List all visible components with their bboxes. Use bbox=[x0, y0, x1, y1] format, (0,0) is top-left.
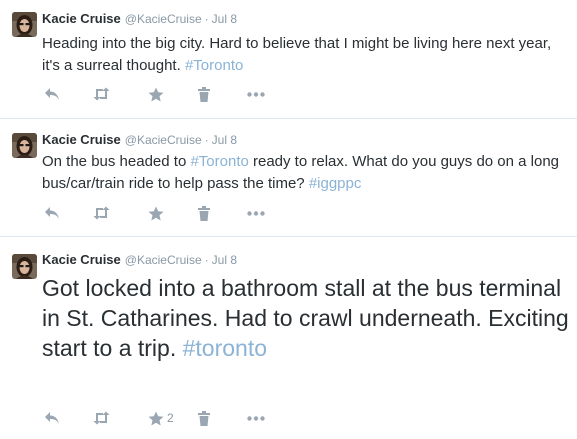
tweet-text: Got locked into a bathroom stall at the … bbox=[42, 273, 572, 363]
tweet-header: Kacie Cruise @KacieCruise · Jul 8 bbox=[42, 251, 237, 269]
retweet-button[interactable] bbox=[92, 408, 111, 428]
fullname[interactable]: Kacie Cruise bbox=[42, 132, 121, 147]
separator: · bbox=[204, 253, 209, 267]
reply-button[interactable] bbox=[44, 84, 60, 104]
retweet-icon bbox=[93, 206, 110, 220]
reply-icon bbox=[45, 88, 59, 100]
hashtag-link[interactable]: #iggppc bbox=[309, 175, 362, 192]
avatar[interactable] bbox=[12, 133, 37, 158]
tweet-body: Got locked into a bathroom stall at the … bbox=[42, 275, 569, 361]
more-dots-icon bbox=[247, 91, 265, 97]
trash-icon bbox=[198, 86, 210, 102]
retweet-button[interactable] bbox=[92, 84, 111, 104]
avatar-image bbox=[12, 254, 37, 279]
more-dots-icon bbox=[247, 210, 265, 216]
avatar[interactable] bbox=[12, 12, 37, 37]
tweet-body: Heading into the big city. Hard to belie… bbox=[42, 35, 552, 74]
star-icon bbox=[148, 411, 164, 425]
more-button[interactable] bbox=[247, 408, 265, 428]
tweet[interactable]: Kacie Cruise @KacieCruise · Jul 8 On the bu… bbox=[0, 119, 577, 237]
more-dots-icon bbox=[247, 415, 265, 421]
tweet-header: Kacie Cruise @KacieCruise · Jul 8 bbox=[42, 10, 237, 28]
tweet-text: Heading into the big city. Hard to belie… bbox=[42, 33, 562, 77]
fullname[interactable]: Kacie Cruise bbox=[42, 11, 121, 26]
tweet[interactable]: Kacie Cruise @KacieCruise · Jul 8 Got locke… bbox=[0, 237, 577, 439]
username[interactable]: @KacieCruise bbox=[125, 12, 202, 26]
delete-button[interactable] bbox=[198, 203, 210, 223]
avatar-image bbox=[12, 133, 37, 158]
hashtag-link[interactable]: #Toronto bbox=[190, 153, 248, 170]
more-button[interactable] bbox=[247, 84, 265, 104]
timestamp[interactable]: Jul 8 bbox=[212, 253, 237, 267]
star-icon bbox=[148, 87, 164, 101]
trash-icon bbox=[198, 410, 210, 426]
favorite-button[interactable] bbox=[148, 203, 167, 223]
retweet-button[interactable] bbox=[92, 203, 111, 223]
reply-icon bbox=[45, 207, 59, 219]
username[interactable]: @KacieCruise bbox=[125, 253, 202, 267]
avatar-image bbox=[12, 12, 37, 37]
tweet[interactable]: Kacie Cruise @KacieCruise · Jul 8 Heading i… bbox=[0, 0, 577, 119]
reply-button[interactable] bbox=[44, 408, 60, 428]
delete-button[interactable] bbox=[198, 84, 210, 104]
trash-icon bbox=[198, 205, 210, 221]
timestamp[interactable]: Jul 8 bbox=[212, 133, 237, 147]
tweet-header: Kacie Cruise @KacieCruise · Jul 8 bbox=[42, 131, 237, 149]
avatar[interactable] bbox=[12, 254, 37, 279]
reply-button[interactable] bbox=[44, 203, 60, 223]
fullname[interactable]: Kacie Cruise bbox=[42, 252, 121, 267]
more-button[interactable] bbox=[247, 203, 265, 223]
separator: · bbox=[204, 12, 209, 26]
timeline: Kacie Cruise @KacieCruise · Jul 8 Heading i… bbox=[0, 0, 577, 439]
favorite-count: 2 bbox=[167, 411, 174, 425]
reply-icon bbox=[45, 412, 59, 424]
favorite-button[interactable] bbox=[148, 84, 167, 104]
tweet-text: On the bus headed to #Toronto ready to r… bbox=[42, 151, 562, 195]
username[interactable]: @KacieCruise bbox=[125, 133, 202, 147]
hashtag-link[interactable]: #toronto bbox=[183, 335, 267, 361]
tweet-body-start: On the bus headed to bbox=[42, 153, 191, 170]
retweet-icon bbox=[93, 411, 110, 425]
timestamp[interactable]: Jul 8 bbox=[212, 12, 237, 26]
star-icon bbox=[148, 206, 164, 220]
hashtag-link[interactable]: #Toronto bbox=[185, 57, 243, 74]
delete-button[interactable] bbox=[198, 408, 210, 428]
separator: · bbox=[204, 133, 209, 147]
favorite-button[interactable]: 2 bbox=[148, 408, 174, 428]
retweet-icon bbox=[93, 87, 110, 101]
